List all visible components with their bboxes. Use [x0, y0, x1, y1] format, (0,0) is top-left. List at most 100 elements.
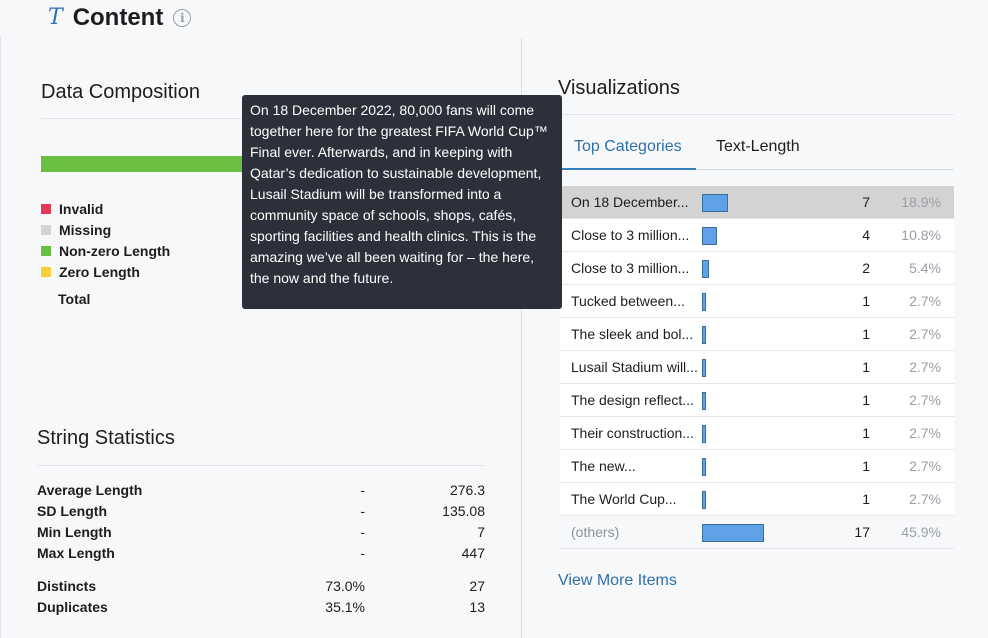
category-percent: 2.7%: [909, 491, 941, 507]
stat-row: Distincts 73.0% 27: [37, 575, 485, 596]
stat-label: Max Length: [37, 544, 115, 561]
category-label: The new...: [571, 458, 636, 474]
legend-swatch: [41, 266, 51, 277]
legend-item-zero-length: Zero Length: [41, 261, 170, 282]
legend-item-invalid: Invalid: [41, 198, 170, 219]
legend-swatch: [41, 224, 51, 235]
category-bar: [702, 260, 709, 278]
category-percent: 10.8%: [901, 227, 941, 243]
category-tooltip: On 18 December 2022, 80,000 fans will co…: [242, 95, 562, 309]
category-row[interactable]: The design reflect... 1 2.7%: [560, 384, 954, 417]
stat-row: Min Length - 7: [37, 521, 485, 542]
legend-swatch: [41, 245, 51, 256]
legend-label: Non-zero Length: [59, 242, 171, 259]
category-percent: 2.7%: [909, 425, 941, 441]
category-percent: 2.7%: [909, 359, 941, 375]
category-bar: [702, 524, 764, 542]
visualizations-title: Visualizations: [558, 77, 680, 99]
category-row[interactable]: The sleek and bol... 1 2.7%: [560, 318, 954, 351]
stat-label: Duplicates: [37, 598, 108, 615]
category-label: (others): [571, 524, 620, 540]
string-statistics-title: String Statistics: [37, 427, 175, 449]
category-row[interactable]: The new... 1 2.7%: [560, 450, 954, 483]
category-percent: 2.7%: [909, 326, 941, 342]
string-statistics-rule: [37, 465, 485, 466]
content-panel: T Content i Data Composition Invalid Mis…: [0, 0, 988, 638]
category-bar: [702, 458, 706, 476]
stat-value: 447: [461, 544, 485, 561]
category-label: On 18 December...: [571, 194, 689, 210]
stat-value: 27: [469, 577, 485, 594]
stat-percent: 35.1%: [325, 598, 365, 615]
stat-label: Min Length: [37, 523, 112, 540]
stat-percent: -: [360, 502, 365, 519]
stat-value: 135.08: [442, 502, 485, 519]
legend-swatch: [41, 203, 51, 214]
text-type-icon: T: [48, 5, 63, 30]
stat-label: SD Length: [37, 502, 107, 519]
category-label: The design reflect...: [571, 392, 694, 408]
category-count: 1: [862, 491, 870, 507]
category-bar: [702, 326, 706, 344]
category-count: 2: [862, 260, 870, 276]
stat-row: Average Length - 276.3: [37, 479, 485, 500]
stat-value: 7: [477, 523, 485, 540]
category-count: 7: [862, 194, 870, 210]
category-row[interactable]: Their construction... 1 2.7%: [560, 417, 954, 450]
category-count: 1: [862, 359, 870, 375]
view-more-items-link[interactable]: View More Items: [558, 572, 677, 590]
stat-percent: -: [360, 481, 365, 498]
legend-item-non-zero-length: Non-zero Length: [41, 240, 170, 261]
legend-label: Invalid: [59, 200, 104, 217]
stat-row: Duplicates 35.1% 13: [37, 596, 485, 617]
tab-text-length[interactable]: Text-Length: [716, 138, 800, 156]
stat-percent: -: [360, 523, 365, 540]
visualization-tabs: Top Categories Text-Length: [558, 128, 954, 170]
composition-legend: Invalid Missing Non-zero Length Zero Len…: [41, 198, 170, 282]
category-label: Close to 3 million...: [571, 227, 690, 243]
category-label: The World Cup...: [571, 491, 677, 507]
category-row[interactable]: Close to 3 million... 4 10.8%: [560, 219, 954, 252]
category-count: 1: [862, 458, 870, 474]
category-row[interactable]: Tucked between... 1 2.7%: [560, 285, 954, 318]
category-row[interactable]: On 18 December... 7 18.9%: [560, 186, 954, 219]
category-count: 1: [862, 425, 870, 441]
page-title: Content: [72, 4, 164, 31]
top-categories-list: On 18 December... 7 18.9% Close to 3 millio…: [560, 186, 954, 549]
category-label: Close to 3 million...: [571, 260, 690, 276]
category-bar: [702, 194, 728, 212]
category-row[interactable]: Lusail Stadium will... 1 2.7%: [560, 351, 954, 384]
category-row[interactable]: Close to 3 million... 2 5.4%: [560, 252, 954, 285]
category-percent: 2.7%: [909, 392, 941, 408]
category-label: Lusail Stadium will...: [571, 359, 698, 375]
category-row[interactable]: The World Cup... 1 2.7%: [560, 483, 954, 516]
category-label: The sleek and bol...: [571, 326, 694, 342]
total-label: Total: [58, 291, 91, 307]
stat-label: Average Length: [37, 481, 143, 498]
info-icon[interactable]: i: [173, 9, 192, 27]
category-percent: 45.9%: [901, 524, 941, 540]
category-count: 4: [862, 227, 870, 243]
category-bar: [702, 359, 706, 377]
category-percent: 2.7%: [909, 458, 941, 474]
stat-percent: -: [360, 544, 365, 561]
category-bar: [702, 293, 706, 311]
category-row-others[interactable]: (others) 17 45.9%: [560, 516, 954, 549]
category-count: 1: [862, 293, 870, 309]
legend-item-missing: Missing: [41, 219, 170, 240]
category-bar: [702, 392, 706, 410]
left-border: [0, 36, 4, 638]
tab-top-categories[interactable]: Top Categories: [574, 138, 682, 156]
active-tab-indicator: [558, 168, 696, 170]
category-percent: 5.4%: [909, 260, 941, 276]
stat-value: 13: [469, 598, 485, 615]
category-bar: [702, 491, 706, 509]
category-label: Tucked between...: [571, 293, 685, 309]
category-percent: 18.9%: [901, 194, 941, 210]
stat-value: 276.3: [449, 481, 485, 498]
visualizations-rule: [558, 114, 954, 115]
data-composition-title: Data Composition: [41, 81, 200, 103]
stat-row: Max Length - 447: [37, 542, 485, 563]
legend-label: Missing: [59, 221, 112, 238]
legend-label: Zero Length: [59, 263, 140, 280]
